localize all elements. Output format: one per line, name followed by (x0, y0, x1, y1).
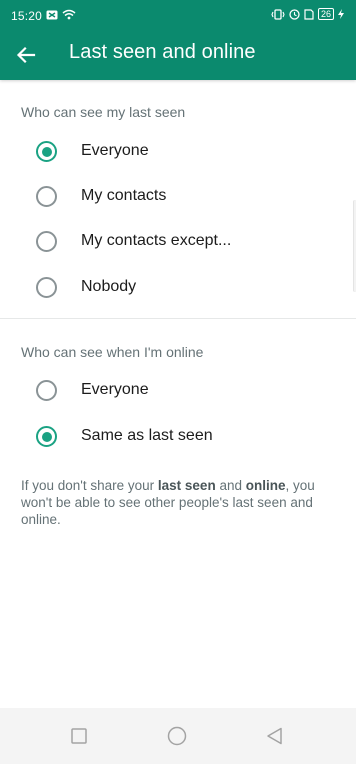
back-button[interactable] (10, 39, 42, 71)
radio-button[interactable] (36, 231, 57, 252)
section-divider (0, 318, 356, 319)
last-seen-option-my-contacts-except[interactable]: My contacts except... (0, 219, 356, 264)
charging-icon (338, 9, 344, 19)
battery-level: 26 (317, 8, 334, 20)
sim-icon (304, 8, 314, 20)
privacy-info-text: If you don't share your last seen and on… (21, 478, 315, 527)
page-title: Last seen and online (69, 41, 256, 63)
settings-screen: 15:20 26 Last seen and online Who can se… (0, 0, 356, 764)
message-notification-icon (46, 10, 58, 19)
status-bar: 15:20 26 (0, 0, 356, 32)
radio-button-selected[interactable] (36, 141, 57, 162)
home-button[interactable] (163, 722, 191, 750)
option-label: My contacts except... (81, 232, 232, 249)
online-option-same-as-last-seen[interactable]: Same as last seen (0, 414, 356, 459)
radio-button[interactable] (36, 380, 57, 401)
circle-icon (167, 726, 187, 746)
last-seen-option-everyone[interactable]: Everyone (0, 129, 356, 174)
option-label: Everyone (81, 381, 149, 398)
arrow-left-icon (16, 46, 36, 64)
recents-button[interactable] (65, 722, 93, 750)
alarm-icon (289, 8, 300, 20)
option-label: Nobody (81, 278, 137, 295)
last-seen-section-heading: Who can see my last seen (21, 104, 186, 120)
triangle-back-icon (267, 727, 282, 745)
vibrate-icon (271, 8, 285, 20)
app-bar: Last seen and online (0, 32, 356, 80)
wifi-icon (62, 9, 76, 20)
square-icon (71, 728, 87, 744)
online-option-everyone[interactable]: Everyone (0, 368, 356, 413)
last-seen-option-nobody[interactable]: Nobody (0, 265, 356, 310)
app-header: 15:20 26 Last seen and online (0, 0, 356, 80)
option-label: My contacts (81, 187, 167, 204)
status-time: 15:20 (11, 9, 43, 23)
system-back-button[interactable] (261, 722, 289, 750)
system-navigation-bar (0, 708, 356, 764)
radio-button-selected[interactable] (36, 426, 57, 447)
online-section-heading: Who can see when I'm online (21, 344, 204, 360)
last-seen-option-my-contacts[interactable]: My contacts (0, 174, 356, 219)
radio-button[interactable] (36, 277, 57, 298)
option-label: Same as last seen (81, 427, 213, 444)
radio-button[interactable] (36, 186, 57, 207)
option-label: Everyone (81, 142, 149, 159)
